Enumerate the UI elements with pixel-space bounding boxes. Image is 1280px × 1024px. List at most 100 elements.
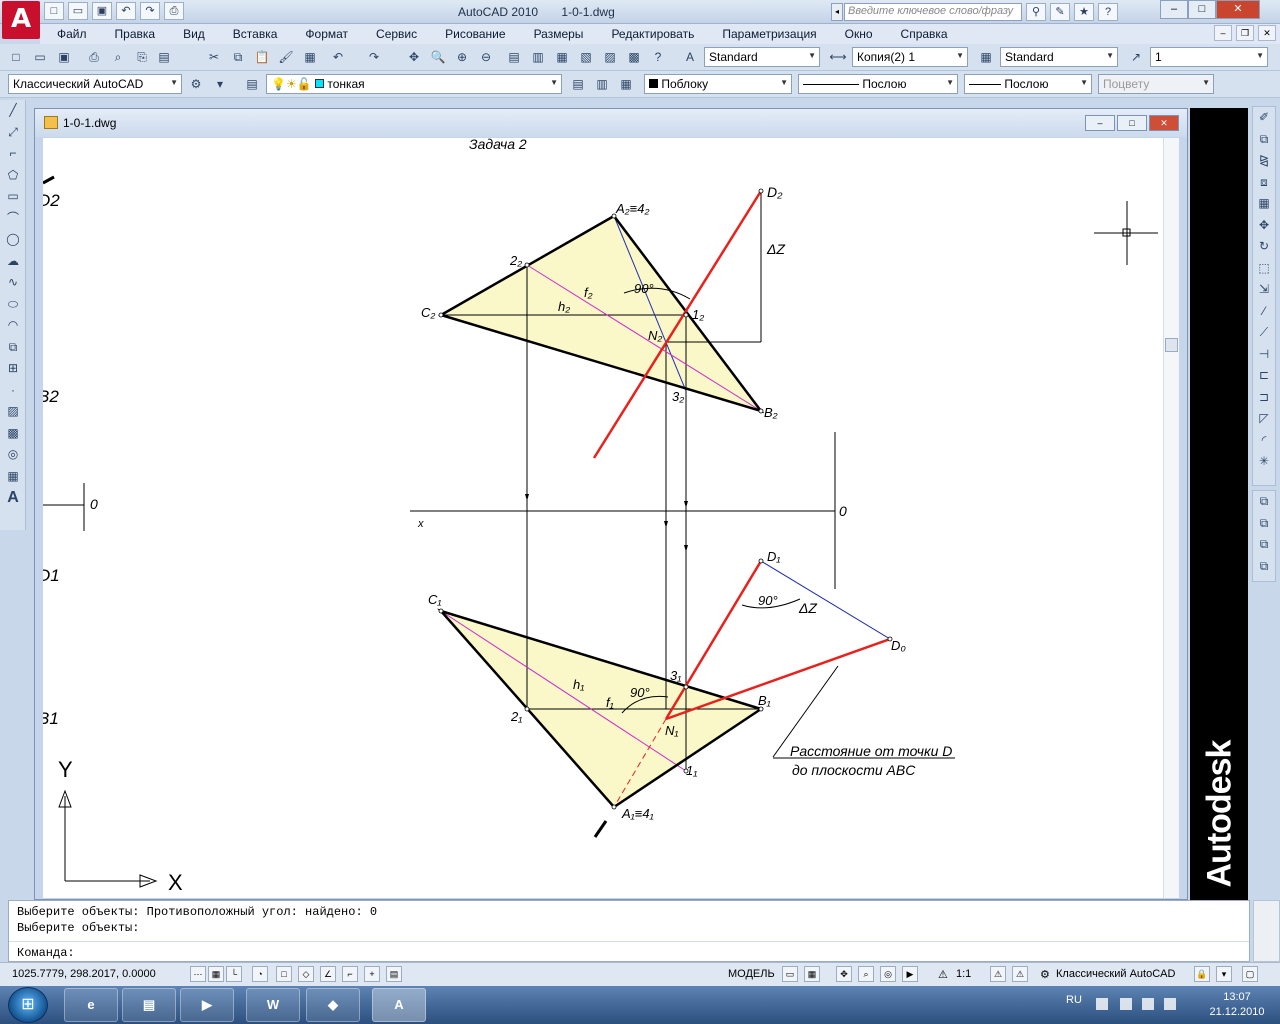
markup-icon[interactable]: ▨ [600,47,620,67]
minimize-icon[interactable]: – [1160,0,1188,19]
block-editor-icon[interactable]: ▦ [300,47,320,67]
calculator-icon[interactable]: ▩ [624,47,644,67]
revision-cloud-icon[interactable]: ☁ [2,251,24,273]
chamfer-icon[interactable]: ◸ [1253,408,1275,430]
linetype-select[interactable]: Послою [798,74,958,94]
menu-edit[interactable]: Правка [98,24,167,44]
mleader-scale-select[interactable]: 1 [1150,47,1268,67]
spline-icon[interactable]: ∿ [2,272,24,294]
construction-line-icon[interactable]: ⤢ [2,122,24,144]
erase-icon[interactable]: ✐ [1253,107,1275,129]
menu-dimension[interactable]: Размеры [517,24,595,44]
sheetset-icon[interactable]: ▧ [576,47,596,67]
break-icon[interactable]: ⊏ [1253,365,1275,387]
binoculars-icon[interactable]: ⚲ [1026,3,1046,21]
offset-icon[interactable]: ⧈ [1253,172,1275,194]
mirror-icon[interactable]: ⧎ [1253,150,1275,172]
publish-icon[interactable]: ⎘ [132,47,152,67]
taskbar-media-icon[interactable]: ▶ [180,988,234,1022]
table-icon[interactable]: ▦ [2,466,24,488]
showmotion-icon[interactable]: ▶ [902,966,918,982]
doc-close-icon[interactable]: ✕ [1258,25,1276,41]
join-icon[interactable]: ⊐ [1253,387,1275,409]
ortho-icon[interactable]: └ [226,966,242,982]
table-style-select[interactable]: Standard [1000,47,1118,67]
taskbar-ie-icon[interactable]: e [64,988,118,1022]
communication-icon[interactable]: ✎ [1050,3,1070,21]
help-icon[interactable]: ? [648,47,668,67]
text-style-select[interactable]: Standard [704,47,820,67]
toolpalettes-icon[interactable]: ▦ [552,47,572,67]
model-space-label[interactable]: МОДЕЛЬ [728,968,775,980]
text-style-icon[interactable]: A [680,47,700,67]
make-current-layer-icon[interactable]: ▤ [568,74,588,94]
steeringwheel-icon[interactable]: ◎ [880,966,896,982]
taskbar-word-icon[interactable]: W [246,988,300,1022]
help-icon[interactable]: ? [1098,3,1118,21]
layer-manager-icon[interactable]: ▤ [242,74,262,94]
rotate-icon[interactable]: ↻ [1253,236,1275,258]
layer-select[interactable]: 💡☀🔓 тонкая [266,74,562,94]
maximize-icon[interactable]: □ [1188,0,1216,19]
autocad-menu-button[interactable]: A [2,1,40,39]
annotation-scale[interactable]: 1:1 [956,968,971,980]
lwt-icon[interactable]: ▤ [386,966,402,982]
3dprint-icon[interactable]: ▤ [154,47,174,67]
dim-style-icon[interactable]: ⟷ [828,47,848,67]
clean-screen-icon[interactable]: ▢ [1242,966,1258,982]
start-button[interactable]: ⊞ [8,987,48,1023]
favorites-icon[interactable]: ★ [1074,3,1094,21]
bring-above-icon[interactable]: ⧉ [1253,534,1275,556]
osnap-icon[interactable]: □ [276,966,292,982]
menu-help[interactable]: Справка [884,24,959,44]
ellipse-icon[interactable]: ⬭ [2,294,24,316]
send-back-icon[interactable]: ⧉ [1253,513,1275,535]
tray-arrow-icon[interactable] [1096,998,1108,1010]
extend-icon[interactable]: ⟋ [1253,322,1275,344]
mleader-style-icon[interactable]: ↗ [1126,47,1146,67]
grid-icon[interactable]: ▦ [208,966,224,982]
ellipse-arc-icon[interactable]: ◠ [2,315,24,337]
array-icon[interactable]: ▦ [1253,193,1275,215]
explode-icon[interactable]: ✳ [1253,451,1275,473]
menu-parametric[interactable]: Параметризация [705,24,827,44]
open-icon[interactable]: ▭ [30,47,50,67]
color-select[interactable]: Поблоку [644,74,792,94]
menu-tools[interactable]: Сервис [359,24,428,44]
new-icon[interactable]: □ [44,2,64,20]
designcenter-icon[interactable]: ▥ [528,47,548,67]
break-at-point-icon[interactable]: ⊣ [1253,344,1275,366]
search-expand-icon[interactable]: ◂ [831,3,843,21]
quick-view-drawings-icon[interactable]: ▦ [804,966,820,982]
taskbar-autocad-icon[interactable]: A [372,988,426,1022]
taskbar-app-icon[interactable]: ◆ [306,988,360,1022]
dim-style-select[interactable]: Копия(2) 1 [852,47,968,67]
otrack-icon[interactable]: ∠ [320,966,336,982]
tray-flag-icon[interactable] [1120,998,1132,1010]
workspace-switch-icon[interactable]: ⚙ [1040,968,1050,981]
line-icon[interactable]: ╱ [2,100,24,122]
redo-icon[interactable]: ↷ [140,2,160,20]
fillet-icon[interactable]: ◜ [1253,430,1275,452]
workspace-status[interactable]: Классический AutoCAD [1056,968,1175,980]
clock[interactable]: 13:07 21.12.2010 [1202,990,1272,1020]
mtext-icon[interactable]: A [2,487,24,509]
ducs-icon[interactable]: ⌐ [342,966,358,982]
qnew-icon[interactable]: □ [6,47,26,67]
cut-icon[interactable]: ✂ [204,47,224,67]
drawing-minimize-icon[interactable]: – [1085,115,1115,131]
taskbar-explorer-icon[interactable]: ▤ [122,988,176,1022]
quick-view-layouts-icon[interactable]: ▭ [782,966,798,982]
undo-icon[interactable]: ↶ [116,2,136,20]
language-indicator[interactable]: RU [1066,994,1082,1006]
command-window[interactable]: Выберите объекты: Противоположный угол: … [8,900,1250,962]
point-icon[interactable]: · [2,380,24,402]
close-icon[interactable]: ✕ [1216,0,1260,19]
autoscale-icon[interactable]: ⚠ [1012,966,1028,982]
undo-icon[interactable]: ↶ [328,47,348,67]
drawing-vertical-scrollbar[interactable] [1163,138,1179,898]
workspace-select[interactable]: Классический AutoCAD [8,74,182,94]
drawing-maximize-icon[interactable]: □ [1117,115,1147,131]
drawing-close-icon[interactable]: ✕ [1149,115,1179,131]
save-icon[interactable]: ▣ [54,47,74,67]
